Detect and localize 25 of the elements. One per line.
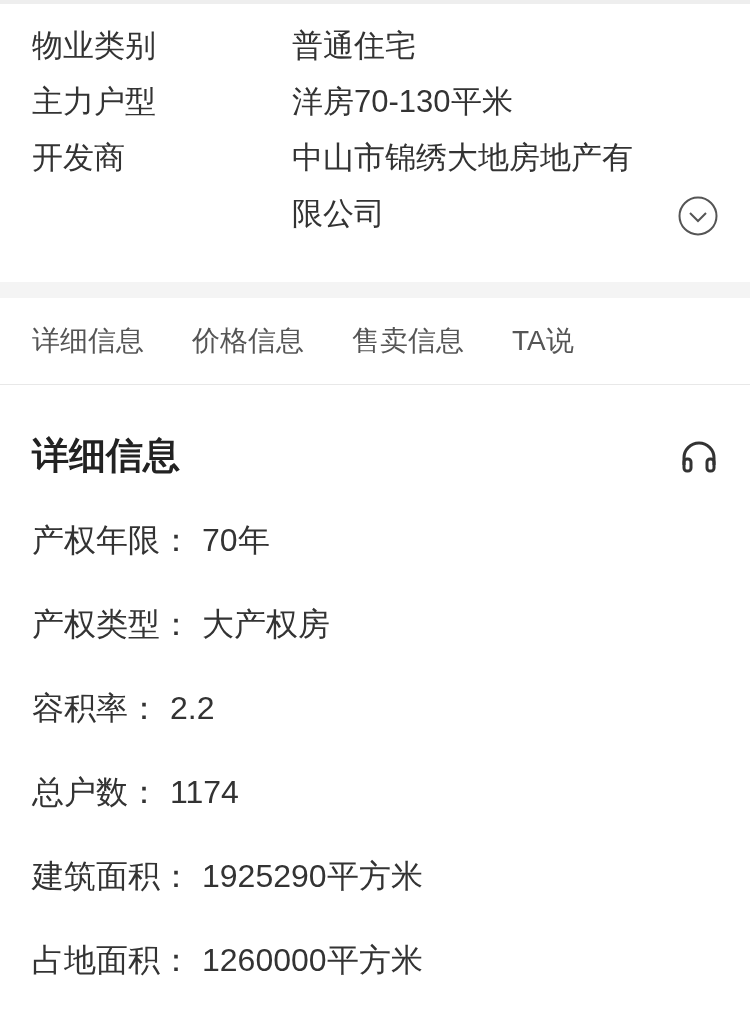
detail-label: 容积率： bbox=[32, 689, 160, 728]
detail-value: 1174 bbox=[170, 773, 239, 812]
tab[interactable]: 价格信息 bbox=[192, 320, 304, 362]
detail-value: 1260000平方米 bbox=[202, 941, 423, 980]
chevron-down-circle-icon[interactable] bbox=[678, 196, 718, 236]
detail-label: 产权年限： bbox=[32, 521, 192, 560]
headphones-icon[interactable] bbox=[680, 439, 718, 473]
summary-label: 开发商 bbox=[32, 139, 126, 177]
detail-value: 2.2 bbox=[170, 689, 215, 728]
summary-label: 主力户型 bbox=[32, 83, 157, 121]
summary-value: 中山市锦绣大地房地产有限公司 bbox=[292, 139, 634, 233]
tab[interactable]: 售卖信息 bbox=[352, 320, 464, 362]
summary-value: 普通住宅 bbox=[292, 27, 417, 65]
detail-value: 大产权房 bbox=[202, 605, 330, 644]
section-title: 详细信息 bbox=[32, 434, 180, 479]
detail-label: 建筑面积： bbox=[32, 857, 192, 896]
detail-label: 占地面积： bbox=[32, 941, 192, 980]
summary-label: 物业类别 bbox=[32, 27, 157, 65]
detail-value: 70年 bbox=[202, 521, 270, 560]
tab[interactable]: TA说 bbox=[512, 320, 574, 362]
tab[interactable]: 详细信息 bbox=[32, 320, 144, 362]
detail-label: 总户数： bbox=[32, 773, 160, 812]
summary-value: 洋房70-130平米 bbox=[292, 83, 514, 121]
detail-value: 1925290平方米 bbox=[202, 857, 423, 896]
detail-label: 产权类型： bbox=[32, 605, 192, 644]
